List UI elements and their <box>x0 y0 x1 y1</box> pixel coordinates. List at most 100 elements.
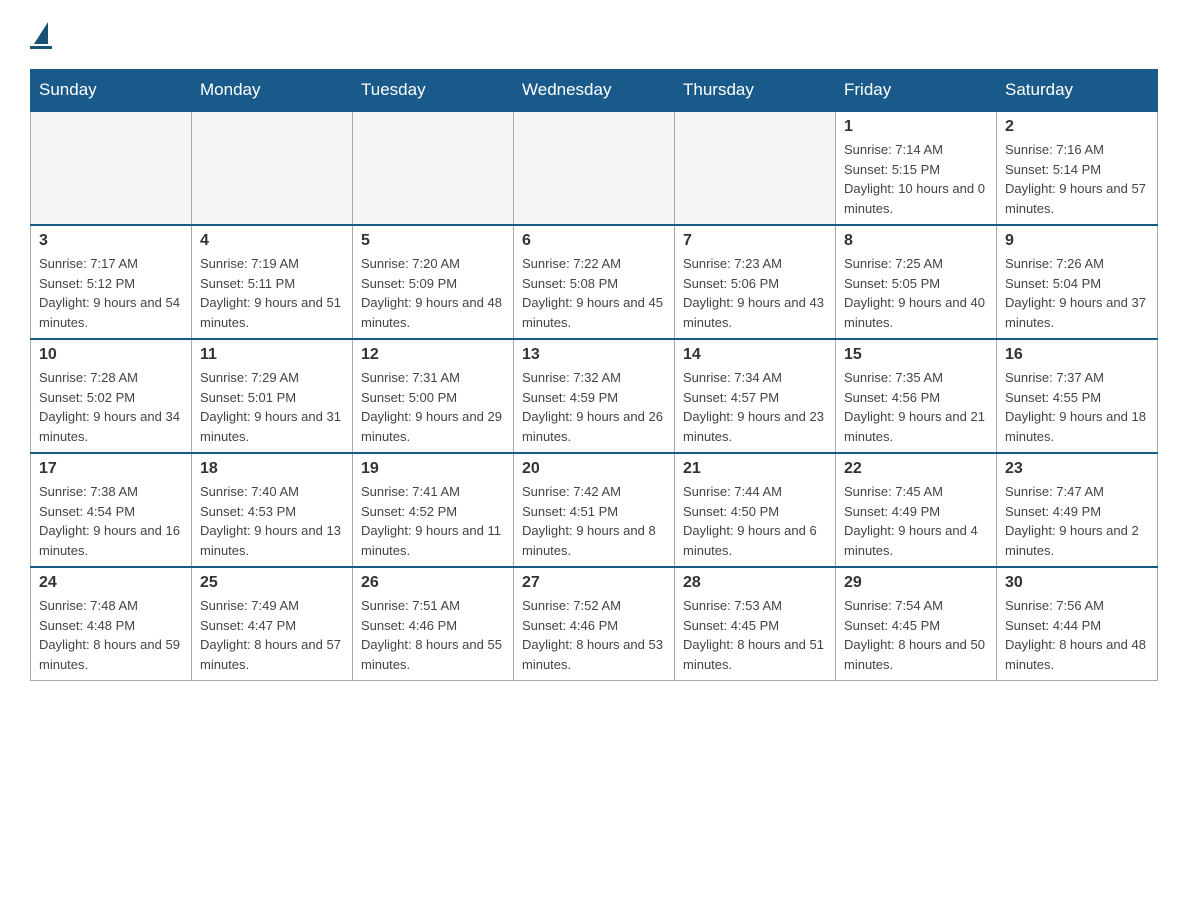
logo-triangle-icon <box>34 22 48 44</box>
day-number: 11 <box>200 346 344 364</box>
day-number: 3 <box>39 232 183 250</box>
day-info: Sunrise: 7:31 AMSunset: 5:00 PMDaylight:… <box>361 368 505 446</box>
weekday-header-thursday: Thursday <box>675 70 836 112</box>
day-info: Sunrise: 7:35 AMSunset: 4:56 PMDaylight:… <box>844 368 988 446</box>
calendar-week-row: 1 Sunrise: 7:14 AMSunset: 5:15 PMDaylight… <box>31 111 1158 225</box>
day-number: 28 <box>683 574 827 592</box>
calendar-cell: 4 Sunrise: 7:19 AMSunset: 5:11 PMDaylight… <box>192 225 353 339</box>
calendar-cell <box>514 111 675 225</box>
day-info: Sunrise: 7:54 AMSunset: 4:45 PMDaylight:… <box>844 596 988 674</box>
day-info: Sunrise: 7:17 AMSunset: 5:12 PMDaylight:… <box>39 254 183 332</box>
day-info: Sunrise: 7:23 AMSunset: 5:06 PMDaylight:… <box>683 254 827 332</box>
day-number: 14 <box>683 346 827 364</box>
day-info: Sunrise: 7:40 AMSunset: 4:53 PMDaylight:… <box>200 482 344 560</box>
weekday-header-saturday: Saturday <box>997 70 1158 112</box>
logo-underline <box>30 46 52 49</box>
day-info: Sunrise: 7:48 AMSunset: 4:48 PMDaylight:… <box>39 596 183 674</box>
day-number: 2 <box>1005 118 1149 136</box>
calendar-cell: 7Sunrise: 7:23 AMSunset: 5:06 PMDaylight… <box>675 225 836 339</box>
day-number: 20 <box>522 460 666 478</box>
day-info: Sunrise: 7:14 AMSunset: 5:15 PMDaylight:… <box>844 140 988 218</box>
day-info: Sunrise: 7:41 AMSunset: 4:52 PMDaylight:… <box>361 482 505 560</box>
day-info: Sunrise: 7:20 AMSunset: 5:09 PMDaylight:… <box>361 254 505 332</box>
calendar-table: SundayMondayTuesdayWednesdayThursdayFrid… <box>30 69 1158 681</box>
day-info: Sunrise: 7:38 AMSunset: 4:54 PMDaylight:… <box>39 482 183 560</box>
calendar-cell: 29Sunrise: 7:54 AMSunset: 4:45 PMDayligh… <box>836 567 997 681</box>
logo <box>30 20 52 49</box>
calendar-cell: 13Sunrise: 7:32 AMSunset: 4:59 PMDayligh… <box>514 339 675 453</box>
day-info: Sunrise: 7:56 AMSunset: 4:44 PMDaylight:… <box>1005 596 1149 674</box>
calendar-cell <box>31 111 192 225</box>
calendar-cell: 11Sunrise: 7:29 AMSunset: 5:01 PMDayligh… <box>192 339 353 453</box>
day-info: Sunrise: 7:42 AMSunset: 4:51 PMDaylight:… <box>522 482 666 560</box>
calendar-cell: 30 Sunrise: 7:56 AMSunset: 4:44 PMDayligh… <box>997 567 1158 681</box>
day-info: Sunrise: 7:32 AMSunset: 4:59 PMDaylight:… <box>522 368 666 446</box>
weekday-header-monday: Monday <box>192 70 353 112</box>
calendar-cell: 12 Sunrise: 7:31 AMSunset: 5:00 PMDayligh… <box>353 339 514 453</box>
calendar-cell: 25 Sunrise: 7:49 AMSunset: 4:47 PMDayligh… <box>192 567 353 681</box>
calendar-cell: 8 Sunrise: 7:25 AMSunset: 5:05 PMDaylight… <box>836 225 997 339</box>
day-number: 15 <box>844 346 988 364</box>
day-info: Sunrise: 7:19 AMSunset: 5:11 PMDaylight:… <box>200 254 344 332</box>
calendar-week-row: 3 Sunrise: 7:17 AMSunset: 5:12 PMDaylight… <box>31 225 1158 339</box>
weekday-header-tuesday: Tuesday <box>353 70 514 112</box>
day-info: Sunrise: 7:52 AMSunset: 4:46 PMDaylight:… <box>522 596 666 674</box>
day-number: 24 <box>39 574 183 592</box>
day-info: Sunrise: 7:45 AMSunset: 4:49 PMDaylight:… <box>844 482 988 560</box>
day-number: 6 <box>522 232 666 250</box>
day-number: 12 <box>361 346 505 364</box>
calendar-cell: 9 Sunrise: 7:26 AMSunset: 5:04 PMDaylight… <box>997 225 1158 339</box>
calendar-cell: 15 Sunrise: 7:35 AMSunset: 4:56 PMDayligh… <box>836 339 997 453</box>
calendar-cell: 19Sunrise: 7:41 AMSunset: 4:52 PMDayligh… <box>353 453 514 567</box>
day-info: Sunrise: 7:26 AMSunset: 5:04 PMDaylight:… <box>1005 254 1149 332</box>
calendar-cell: 14 Sunrise: 7:34 AMSunset: 4:57 PMDayligh… <box>675 339 836 453</box>
calendar-cell: 24 Sunrise: 7:48 AMSunset: 4:48 PMDayligh… <box>31 567 192 681</box>
day-info: Sunrise: 7:51 AMSunset: 4:46 PMDaylight:… <box>361 596 505 674</box>
calendar-cell <box>192 111 353 225</box>
weekday-header-friday: Friday <box>836 70 997 112</box>
day-number: 4 <box>200 232 344 250</box>
day-info: Sunrise: 7:28 AMSunset: 5:02 PMDaylight:… <box>39 368 183 446</box>
calendar-cell: 26 Sunrise: 7:51 AMSunset: 4:46 PMDayligh… <box>353 567 514 681</box>
day-number: 10 <box>39 346 183 364</box>
calendar-cell: 6 Sunrise: 7:22 AMSunset: 5:08 PMDaylight… <box>514 225 675 339</box>
calendar-cell: 20 Sunrise: 7:42 AMSunset: 4:51 PMDayligh… <box>514 453 675 567</box>
page-header <box>30 20 1158 49</box>
calendar-cell: 2 Sunrise: 7:16 AMSunset: 5:14 PMDaylight… <box>997 111 1158 225</box>
day-number: 23 <box>1005 460 1149 478</box>
day-info: Sunrise: 7:22 AMSunset: 5:08 PMDaylight:… <box>522 254 666 332</box>
calendar-cell: 22 Sunrise: 7:45 AMSunset: 4:49 PMDayligh… <box>836 453 997 567</box>
day-info: Sunrise: 7:44 AMSunset: 4:50 PMDaylight:… <box>683 482 827 560</box>
weekday-header-wednesday: Wednesday <box>514 70 675 112</box>
calendar-week-row: 17Sunrise: 7:38 AMSunset: 4:54 PMDayligh… <box>31 453 1158 567</box>
calendar-cell: 16 Sunrise: 7:37 AMSunset: 4:55 PMDayligh… <box>997 339 1158 453</box>
day-number: 30 <box>1005 574 1149 592</box>
day-number: 1 <box>844 118 988 136</box>
day-number: 21 <box>683 460 827 478</box>
weekday-header-row: SundayMondayTuesdayWednesdayThursdayFrid… <box>31 70 1158 112</box>
day-number: 5 <box>361 232 505 250</box>
day-info: Sunrise: 7:16 AMSunset: 5:14 PMDaylight:… <box>1005 140 1149 218</box>
calendar-cell: 18 Sunrise: 7:40 AMSunset: 4:53 PMDayligh… <box>192 453 353 567</box>
day-number: 16 <box>1005 346 1149 364</box>
calendar-cell: 21 Sunrise: 7:44 AMSunset: 4:50 PMDayligh… <box>675 453 836 567</box>
day-info: Sunrise: 7:37 AMSunset: 4:55 PMDaylight:… <box>1005 368 1149 446</box>
day-info: Sunrise: 7:47 AMSunset: 4:49 PMDaylight:… <box>1005 482 1149 560</box>
day-number: 26 <box>361 574 505 592</box>
calendar-cell: 27Sunrise: 7:52 AMSunset: 4:46 PMDayligh… <box>514 567 675 681</box>
calendar-week-row: 24 Sunrise: 7:48 AMSunset: 4:48 PMDayligh… <box>31 567 1158 681</box>
day-number: 18 <box>200 460 344 478</box>
calendar-cell: 5 Sunrise: 7:20 AMSunset: 5:09 PMDaylight… <box>353 225 514 339</box>
calendar-week-row: 10 Sunrise: 7:28 AMSunset: 5:02 PMDayligh… <box>31 339 1158 453</box>
calendar-cell: 1 Sunrise: 7:14 AMSunset: 5:15 PMDaylight… <box>836 111 997 225</box>
calendar-cell <box>353 111 514 225</box>
day-number: 9 <box>1005 232 1149 250</box>
day-info: Sunrise: 7:49 AMSunset: 4:47 PMDaylight:… <box>200 596 344 674</box>
calendar-cell: 17Sunrise: 7:38 AMSunset: 4:54 PMDayligh… <box>31 453 192 567</box>
day-number: 25 <box>200 574 344 592</box>
day-info: Sunrise: 7:34 AMSunset: 4:57 PMDaylight:… <box>683 368 827 446</box>
day-number: 8 <box>844 232 988 250</box>
calendar-cell: 10 Sunrise: 7:28 AMSunset: 5:02 PMDayligh… <box>31 339 192 453</box>
day-number: 22 <box>844 460 988 478</box>
day-info: Sunrise: 7:25 AMSunset: 5:05 PMDaylight:… <box>844 254 988 332</box>
